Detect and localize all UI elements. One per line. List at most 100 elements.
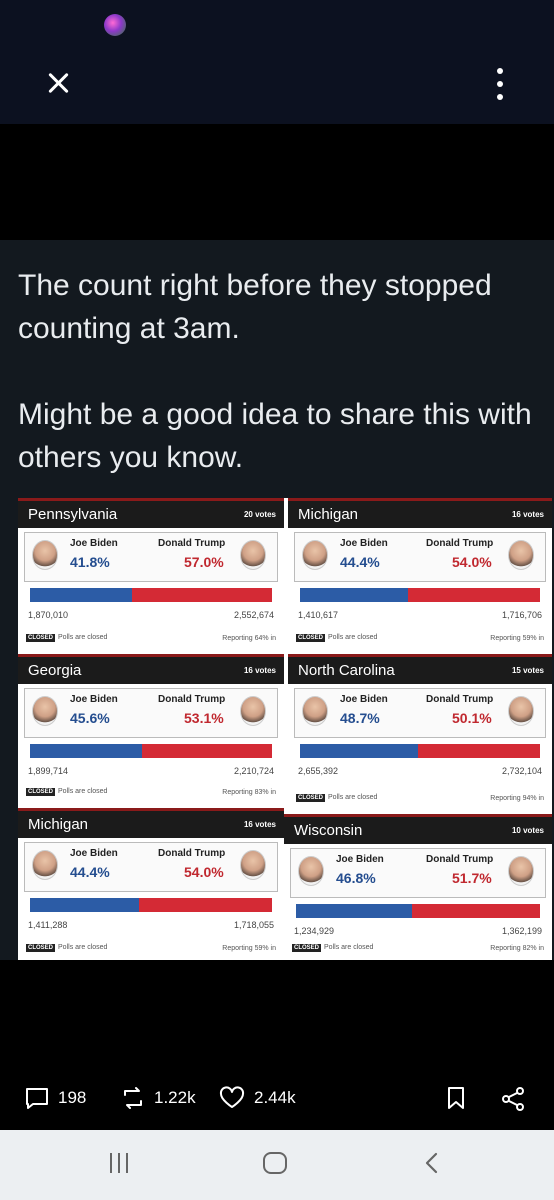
trump-photo [240,850,266,880]
closed-badge: CLOSED [296,634,326,642]
trump-share-fill [132,588,272,602]
trump-percent: 51.7% [452,870,492,886]
reporting-status: Reporting 59% in [222,945,276,952]
post: The count right before they stopped coun… [0,240,554,960]
reporting-status: Reporting 64% in [222,635,276,642]
vote-share-bar [30,898,272,912]
electoral-votes: 16 votes [243,666,276,675]
state-name: Michigan [28,816,89,833]
trump-votes: 1,362,199 [501,926,542,936]
biden-votes: 1,870,010 [28,610,69,620]
biden-name: Joe Biden [70,538,118,549]
more-options-icon[interactable] [494,68,506,100]
system-nav-bar [0,1130,554,1200]
comment-count: 198 [58,1088,87,1107]
biden-percent: 41.8% [70,554,110,570]
closed-badge: CLOSED [26,634,56,642]
polls-text: Polls are closed [58,634,108,641]
biden-percent: 48.7% [340,710,380,726]
biden-share-fill [30,588,132,602]
polls-status: CLOSED Polls are closed [296,634,377,642]
trump-percent: 57.0% [184,554,224,570]
biden-name: Joe Biden [70,848,118,859]
heart-icon [219,1086,245,1108]
trump-votes: 1,718,055 [233,920,274,930]
repost-icon [124,1087,142,1109]
trump-share-fill [412,904,540,918]
election-results-image[interactable]: Pennsylvania 20 votes Joe Biden 41.8% Do… [18,498,552,960]
trump-photo [240,696,266,726]
trump-name: Donald Trump [426,854,494,865]
state-name: Pennsylvania [28,506,118,523]
card-header: Wisconsin 10 votes [284,814,552,844]
close-icon[interactable] [40,66,76,102]
biden-share-fill [300,588,408,602]
electoral-votes: 10 votes [511,826,544,835]
biden-votes: 1,411,288 [28,920,68,930]
card-header: Michigan 16 votes [18,808,284,838]
share-icon [502,1087,524,1111]
electoral-votes: 20 votes [243,510,276,519]
trump-name: Donald Trump [426,694,494,705]
trump-photo [508,856,534,886]
biden-photo [302,540,328,570]
trump-name: Donald Trump [426,538,494,549]
like-button[interactable]: 2.44k [218,1086,296,1110]
biden-percent: 46.8% [336,870,376,886]
screen: The count right before they stopped coun… [0,0,554,1200]
polls-status: CLOSED Polls are closed [296,794,377,802]
repost-count: 1.22k [154,1088,196,1107]
reporting-status: Reporting 59% in [490,635,544,642]
bookmark-button[interactable] [446,1086,474,1110]
trump-share-fill [139,898,272,912]
biden-photo [302,696,328,726]
state-card: Michigan 16 votes Joe Biden 44.4% Donald… [288,498,552,650]
app-notification-icon [104,14,126,36]
biden-photo [32,850,58,880]
trump-percent: 53.1% [184,710,224,726]
comment-button[interactable]: 198 [24,1086,86,1110]
back-icon[interactable] [422,1152,442,1174]
biden-share-fill [30,744,142,758]
comment-icon [26,1088,48,1109]
recent-apps-icon[interactable] [110,1153,130,1173]
biden-share-fill [30,898,139,912]
closed-badge: CLOSED [296,794,326,802]
repost-button[interactable]: 1.22k [120,1086,196,1110]
trump-percent: 54.0% [452,554,492,570]
share-button[interactable] [500,1086,534,1112]
polls-status: CLOSED Polls are closed [292,944,373,952]
caption-line-1: The count right before they stopped coun… [18,269,492,345]
polls-text: Polls are closed [58,944,108,951]
state-card: North Carolina 15 votes Joe Biden 48.7% … [288,654,552,810]
vote-share-bar [300,588,540,602]
biden-votes: 1,410,617 [298,610,339,620]
trump-votes: 2,552,674 [233,610,274,620]
biden-votes: 2,655,392 [298,766,339,776]
biden-votes: 1,234,929 [294,926,335,936]
trump-name: Donald Trump [158,694,226,705]
trump-percent: 50.1% [452,710,492,726]
trump-name: Donald Trump [158,538,226,549]
polls-text: Polls are closed [328,794,378,801]
state-name: North Carolina [298,662,395,679]
state-card: Wisconsin 10 votes Joe Biden 46.8% Donal… [284,814,552,960]
top-bar [0,0,554,124]
vote-share-bar [300,744,540,758]
biden-votes: 1,899,714 [28,766,69,776]
reporting-status: Reporting 83% in [222,789,276,796]
polls-status: CLOSED Polls are closed [26,634,107,642]
post-actions: 198 1.22k 2.44k [0,1070,554,1124]
biden-name: Joe Biden [70,694,118,705]
trump-share-fill [142,744,272,758]
post-caption: The count right before they stopped coun… [18,264,538,522]
polls-text: Polls are closed [324,944,374,951]
closed-badge: CLOSED [26,944,56,952]
vote-share-bar [296,904,540,918]
trump-percent: 54.0% [184,864,224,880]
home-icon[interactable] [263,1152,287,1174]
biden-percent: 44.4% [70,864,110,880]
biden-photo [32,696,58,726]
biden-share-fill [296,904,412,918]
vote-share-bar [30,588,272,602]
